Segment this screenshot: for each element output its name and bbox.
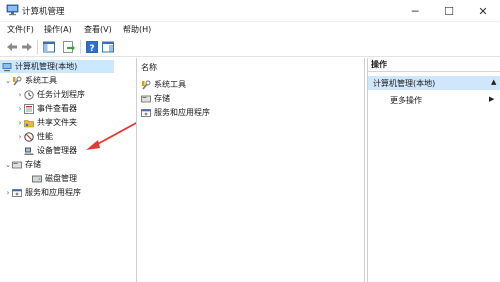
performance-icon [24,131,34,142]
title-bar: 计算机管理 ─ ☐ ✕ [0,0,500,22]
export-list-icon[interactable] [62,40,76,54]
computer-management-icon [6,4,19,16]
tree-item-label: 设备管理器 [37,146,77,155]
tree-item-storage[interactable]: ⌄ 存储 [4,158,41,171]
menu-view[interactable]: 查看(V) [84,24,112,35]
tree-item-services-apps[interactable]: › 服务和应用程序 [4,186,81,199]
list-item-label: 服务和应用程序 [154,108,210,117]
annotation-arrow [86,121,139,150]
tree-item-label: 性能 [37,132,53,141]
device-manager-icon [24,146,34,156]
list-item[interactable]: 存储 [141,92,170,105]
toolbar: ? [0,37,500,57]
tree-item-system-tools[interactable]: ⌄ 系统工具 [4,74,57,87]
storage-icon [141,94,151,104]
shared-folder-icon [24,118,34,128]
system-tools-icon [141,80,151,90]
tree-item-event-viewer[interactable]: › 事件查看器 [16,102,77,115]
chevron-right-icon[interactable]: › [16,105,24,113]
maximize-button[interactable]: ☐ [432,0,466,22]
tree-item-shared-folders[interactable]: › 共享文件夹 [16,116,77,129]
chevron-down-icon[interactable]: ⌄ [4,161,12,169]
tree-item-label: 事件查看器 [37,104,77,113]
menu-file[interactable]: 文件(F) [7,24,34,35]
collapse-arrow-icon[interactable]: ▲ [491,78,496,86]
chevron-down-icon[interactable]: ⌄ [4,77,12,85]
actions-header: 操作 [368,58,500,72]
tree-item-label: 系统工具 [25,76,57,85]
tree-item-device-manager[interactable]: 设备管理器 [24,144,77,157]
menu-action[interactable]: 操作(A) [44,24,72,35]
more-actions-item[interactable]: 更多操作 [390,95,422,106]
svg-text:?: ? [89,44,94,54]
toolbar-separator [37,40,38,54]
tree-item-disk-management[interactable]: 磁盘管理 [32,172,77,185]
tree-item-label: 存储 [25,160,41,169]
services-apps-icon [12,188,22,198]
back-arrow-icon[interactable] [5,40,19,54]
help-icon[interactable]: ? [85,40,99,54]
list-item[interactable]: 服务和应用程序 [141,106,210,119]
storage-icon [12,160,22,170]
list-item-label: 存储 [154,94,170,103]
tree-item-label: 磁盘管理 [45,174,77,183]
system-tools-icon [12,76,22,86]
toolbar-separator [80,40,81,54]
console-tree-pane: 计算机管理(本地) ⌄ 系统工具 › 任务计划程序 › 事件查看器 › 共享文件… [0,58,134,282]
chevron-right-icon[interactable]: › [16,91,24,99]
actions-pane: 操作 计算机管理(本地) ▲ 更多操作 ▶ [367,58,500,282]
window-title: 计算机管理 [22,7,65,17]
list-item[interactable]: 系统工具 [141,78,186,91]
console-tree-icon[interactable] [101,40,115,54]
result-list-pane: 名称 系统工具 存储 服务和应用程序 [136,58,365,282]
chevron-right-icon[interactable]: › [16,133,24,141]
tree-item-performance[interactable]: › 性能 [16,130,53,143]
chevron-right-icon[interactable]: › [4,189,12,197]
submenu-arrow-icon[interactable]: ▶ [489,95,494,103]
actions-group-header[interactable]: 计算机管理(本地) [368,76,500,90]
tree-item-label: 服务和应用程序 [25,188,81,197]
task-scheduler-icon [24,89,34,100]
tree-item-label: 计算机管理(本地) [15,62,78,71]
tree-item-task-scheduler[interactable]: › 任务计划程序 [16,88,85,101]
chevron-right-icon[interactable]: › [16,119,24,127]
close-button[interactable]: ✕ [466,0,500,22]
list-item-label: 系统工具 [154,80,186,89]
menu-help[interactable]: 帮助(H) [123,24,151,35]
column-header-name[interactable]: 名称 [137,62,157,73]
show-hide-tree-icon[interactable] [42,40,56,54]
services-apps-icon [141,108,151,118]
disk-management-icon [32,174,42,184]
minimize-button[interactable]: ─ [398,0,432,22]
forward-arrow-icon[interactable] [20,40,34,54]
tree-item-label: 任务计划程序 [37,90,85,99]
computer-management-icon [2,62,12,72]
tree-item-label: 共享文件夹 [37,118,77,127]
tree-item-root[interactable]: 计算机管理(本地) [0,60,114,73]
menu-bar: 文件(F) 操作(A) 查看(V) 帮助(H) [0,22,500,37]
event-viewer-icon [24,103,34,114]
